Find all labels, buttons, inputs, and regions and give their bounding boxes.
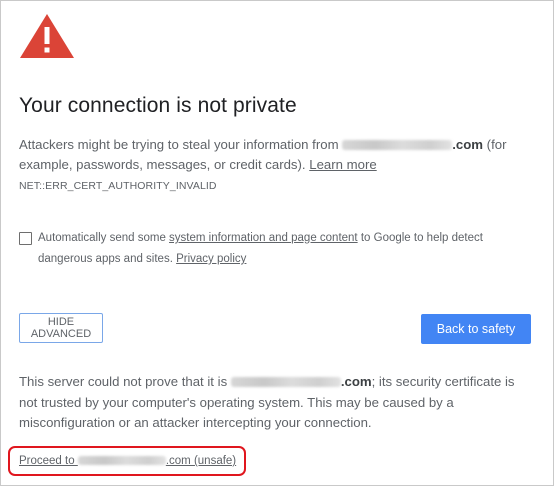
domain-suffix: .com — [452, 137, 484, 152]
learn-more-link[interactable]: Learn more — [309, 157, 376, 172]
reporting-text: Automatically send some system informati… — [38, 228, 519, 270]
reporting-checkbox[interactable] — [19, 232, 32, 245]
advanced-details: This server could not prove that it is .… — [19, 372, 534, 434]
hide-advanced-button[interactable]: HIDE ADVANCED — [19, 313, 103, 343]
proceed-prefix: Proceed to — [19, 455, 78, 467]
warning-triangle-icon — [20, 14, 74, 58]
page-description: Attackers might be trying to steal your … — [19, 135, 519, 175]
reporting-option: Automatically send some system informati… — [19, 232, 519, 270]
page-title: Your connection is not private — [19, 94, 297, 117]
redacted-domain — [77, 456, 166, 465]
redacted-domain — [342, 140, 453, 150]
system-info-link[interactable]: system information and page content — [169, 232, 358, 244]
proceed-unsafe-link[interactable]: Proceed to .com (unsafe) — [19, 455, 236, 467]
proceed-suffix: .com (unsafe) — [165, 455, 237, 467]
redacted-domain — [230, 377, 341, 387]
details-domain-suffix: .com — [340, 374, 372, 389]
details-prefix: This server could not prove that it is — [19, 374, 231, 389]
description-prefix: Attackers might be trying to steal your … — [19, 137, 343, 152]
error-code: NET::ERR_CERT_AUTHORITY_INVALID — [19, 180, 217, 192]
reporting-prefix: Automatically send some — [38, 232, 170, 244]
back-to-safety-button[interactable]: Back to safety — [421, 314, 531, 344]
privacy-policy-link[interactable]: Privacy policy — [176, 253, 246, 265]
